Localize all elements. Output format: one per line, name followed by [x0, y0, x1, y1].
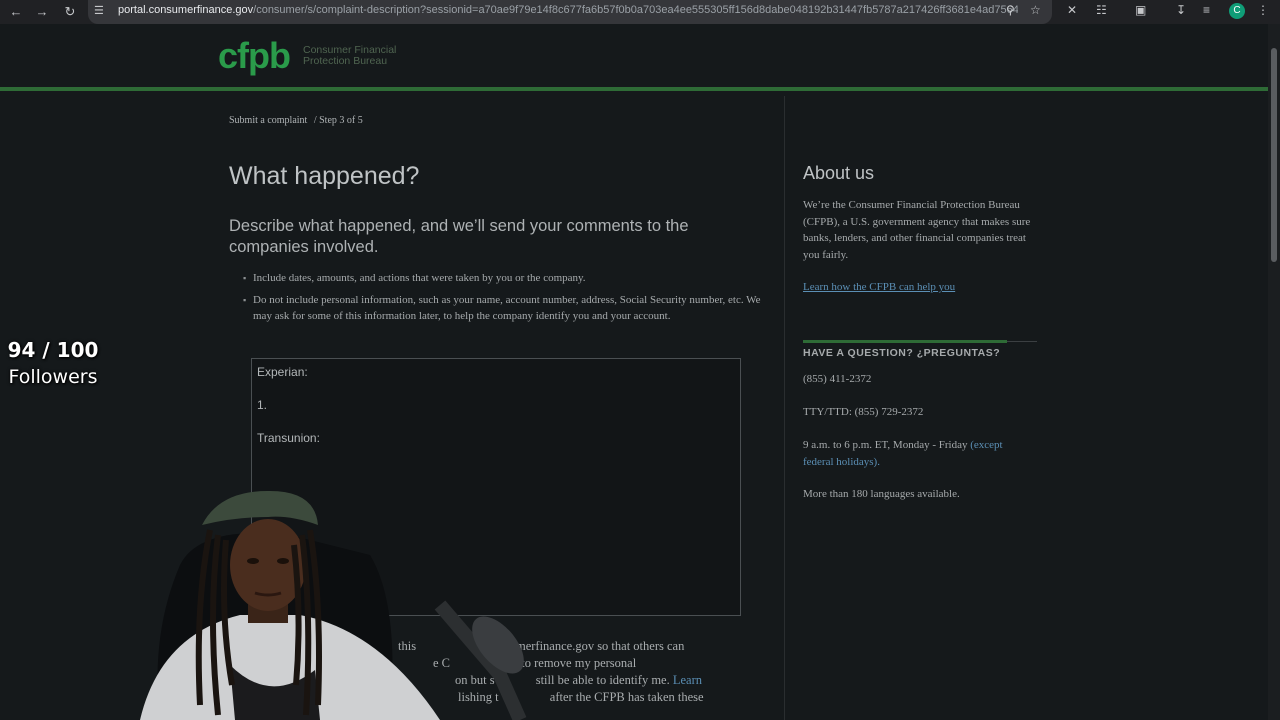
cast-icon[interactable]: ▣	[1135, 3, 1146, 17]
header-divider	[0, 87, 1268, 91]
learn-how-cfpb-link[interactable]: Learn how the CFPB can help you	[803, 281, 955, 293]
question-divider-tail	[1007, 341, 1037, 342]
hours-text: 9 a.m. to 6 p.m. ET, Monday - Friday (ex…	[803, 437, 1033, 470]
page-scrollbar[interactable]	[1268, 24, 1280, 720]
location-icon[interactable]: ⚲	[1006, 3, 1015, 17]
breadcrumb-step: / Step 3 of 5	[313, 115, 363, 126]
about-us-text: We’re the Consumer Financial Protection …	[803, 199, 1031, 261]
reading-list-icon[interactable]: ≡	[1203, 3, 1210, 17]
url-host: portal.consumerfinance.gov	[118, 4, 254, 16]
about-us-heading: About us	[803, 163, 875, 183]
download-icon[interactable]: ↧	[1176, 3, 1186, 17]
column-divider	[784, 96, 785, 720]
browser-toolbar: ← → ↻ ☰ portal.consumerfinance.gov/consu…	[0, 0, 1280, 24]
scrollbar-thumb[interactable]	[1271, 48, 1277, 262]
site-info-icon[interactable]: ☰	[94, 4, 104, 17]
extension-x-icon[interactable]: ✕	[1067, 3, 1077, 17]
reload-icon[interactable]: ↻	[59, 1, 81, 23]
extensions-puzzle-icon[interactable]: ☷	[1096, 3, 1107, 17]
webcam-overlay	[140, 490, 527, 720]
page-subtitle: Describe what happened, and we’ll send y…	[229, 217, 689, 256]
description-line: Experian:	[257, 365, 308, 379]
languages-text: More than 180 languages available.	[803, 488, 960, 500]
menu-kebab-icon[interactable]: ⋮	[1257, 3, 1269, 17]
instruction-item: Do not include personal information, suc…	[243, 292, 763, 324]
profile-avatar[interactable]: C	[1229, 3, 1245, 19]
url-text[interactable]: portal.consumerfinance.gov/consumer/s/co…	[118, 4, 1018, 16]
site-header: cfpb Consumer Financial Protection Burea…	[0, 24, 1268, 87]
forward-icon[interactable]: →	[31, 1, 53, 23]
share-fragment: after the CFPB has taken these	[549, 690, 704, 704]
followers-label: Followers	[8, 366, 98, 388]
question-divider	[803, 340, 1007, 343]
tty-number: TTY/TTD: (855) 729-2372	[803, 406, 924, 418]
cfpb-logo[interactable]: cfpb	[218, 36, 291, 76]
followers-goal-overlay: 94 / 100 Followers	[3, 338, 103, 388]
learn-more-link[interactable]: Learn	[673, 673, 702, 687]
logo-wordmark: Consumer Financial Protection Bureau	[303, 45, 396, 67]
breadcrumb-submit-link[interactable]: Submit a complaint	[229, 115, 307, 126]
description-line: Transunion:	[257, 431, 320, 445]
followers-count: 94 / 100	[7, 338, 99, 362]
address-bar[interactable]: ☰ portal.consumerfinance.gov/consumer/s/…	[88, 0, 1052, 24]
description-line: 1.	[257, 398, 268, 412]
question-heading: HAVE A QUESTION? ¿PREGUNTAS?	[803, 347, 1001, 359]
logo-line-2: Protection Bureau	[303, 55, 388, 67]
breadcrumb: Submit a complaint / Step 3 of 5	[229, 115, 367, 126]
instruction-item: Include dates, amounts, and actions that…	[243, 270, 763, 286]
page-title: What happened?	[229, 162, 420, 190]
instruction-list: Include dates, amounts, and actions that…	[243, 270, 763, 330]
phone-number: (855) 411-2372	[803, 373, 872, 385]
bookmark-star-icon[interactable]: ☆	[1030, 3, 1041, 17]
hours-value: 9 a.m. to 6 p.m. ET, Monday - Friday	[803, 439, 968, 451]
back-icon[interactable]: ←	[5, 1, 27, 23]
url-path: /consumer/s/complaint-description?sessio…	[253, 4, 1018, 16]
